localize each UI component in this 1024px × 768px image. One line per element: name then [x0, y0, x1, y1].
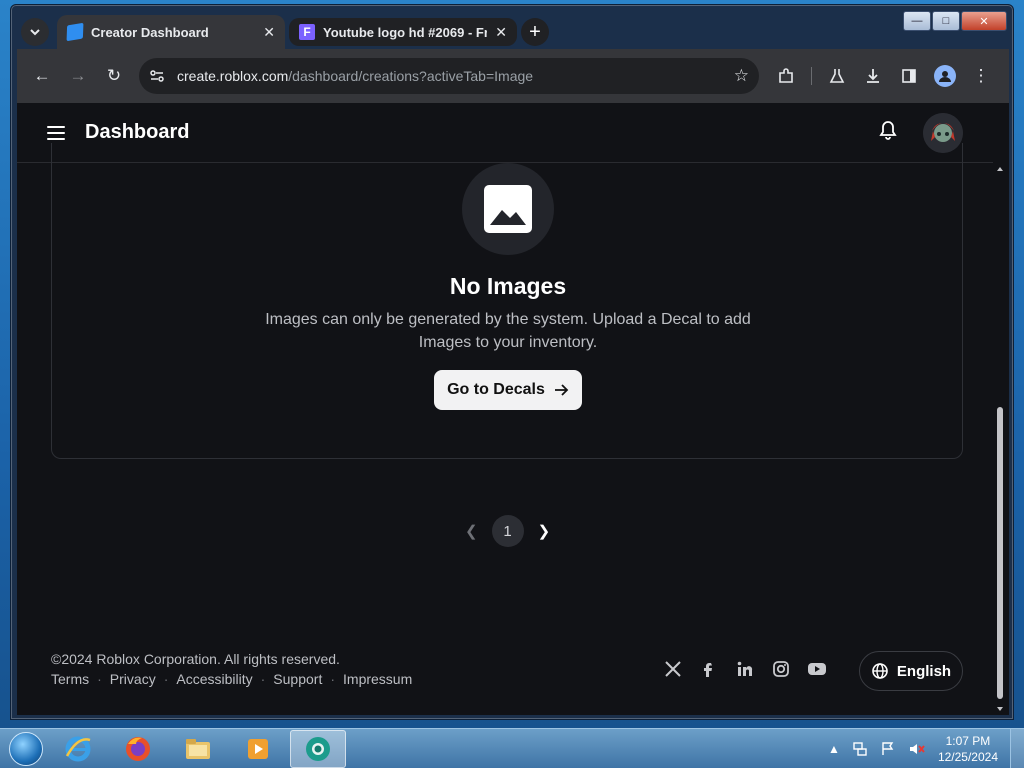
action-center-flag-icon[interactable]: [880, 741, 896, 757]
toolbar-divider: [811, 67, 812, 85]
previous-page-icon[interactable]: ❮: [465, 522, 478, 540]
separator-dot: ·: [330, 671, 336, 687]
start-button[interactable]: [6, 729, 46, 768]
globe-icon: [872, 663, 888, 679]
go-to-decals-label: Go to Decals: [447, 381, 545, 398]
labs-flask-icon[interactable]: [822, 61, 852, 91]
scroll-down-icon[interactable]: [997, 707, 1003, 711]
arrow-right-icon: [554, 384, 569, 396]
media-player-icon[interactable]: [230, 730, 286, 768]
footer-link-terms[interactable]: Terms: [51, 671, 89, 687]
network-icon[interactable]: [852, 741, 868, 757]
instagram-icon[interactable]: [771, 659, 791, 679]
social-links: [663, 659, 827, 679]
show-desktop-button[interactable]: [1010, 728, 1024, 768]
forward-button[interactable]: →: [63, 61, 93, 91]
language-selector[interactable]: English: [859, 651, 963, 691]
tab-search-button[interactable]: [21, 18, 49, 46]
clock-date: 12/25/2024: [937, 749, 998, 764]
address-bar[interactable]: create.roblox.com/dashboard/creations?ac…: [139, 58, 759, 94]
next-page-icon[interactable]: ❯: [538, 522, 551, 540]
browser-menu-icon[interactable]: ⋮: [966, 61, 996, 91]
close-tab-icon[interactable]: ✕: [495, 24, 507, 41]
hamburger-menu-icon[interactable]: [47, 125, 65, 140]
close-tab-icon[interactable]: ✕: [263, 24, 275, 41]
url-text: create.roblox.com/dashboard/creations?ac…: [177, 68, 534, 84]
browser-toolbar: ← → ↻ create.roblox.com/dashboard/creati…: [17, 49, 1009, 103]
empty-state-card: No Images Images can only be generated b…: [51, 143, 963, 459]
footer-link-support[interactable]: Support: [273, 671, 322, 687]
profile-button[interactable]: [930, 61, 960, 91]
volume-muted-icon[interactable]: [908, 741, 926, 757]
language-label: English: [896, 662, 952, 680]
page-viewport: Dashboard No Images Images can only be g…: [17, 103, 1009, 715]
separator-dot: ·: [260, 671, 266, 687]
minimize-button[interactable]: —: [903, 11, 931, 31]
maximize-button[interactable]: □: [932, 11, 960, 31]
back-button[interactable]: ←: [27, 61, 57, 91]
chevron-down-icon: [30, 29, 40, 36]
facebook-icon[interactable]: [699, 659, 719, 679]
close-window-button[interactable]: ✕: [961, 11, 1007, 31]
go-to-decals-button[interactable]: Go to Decals: [434, 370, 582, 410]
extensions-icon[interactable]: [771, 61, 801, 91]
footer-links: Terms · Privacy · Accessibility · Suppor…: [51, 671, 412, 687]
pagination: ❮ 1 ❯: [465, 515, 550, 547]
file-explorer-icon[interactable]: [170, 730, 226, 768]
notifications-bell-icon[interactable]: [879, 120, 897, 145]
linkedin-icon[interactable]: [735, 659, 755, 679]
footer-copyright: ©2024 Roblox Corporation. All rights res…: [51, 651, 340, 667]
profile-avatar-icon: [934, 65, 956, 87]
page-title: Dashboard: [85, 121, 190, 143]
f-icon: F: [299, 24, 315, 40]
scroll-up-icon[interactable]: [997, 167, 1003, 171]
window-controls: — □ ✕: [903, 11, 1007, 31]
side-panel-icon[interactable]: [894, 61, 924, 91]
youtube-icon[interactable]: [807, 659, 827, 679]
image-placeholder-icon: [462, 163, 554, 255]
footer-link-impressum[interactable]: Impressum: [343, 671, 412, 687]
clock[interactable]: 1:07 PM 12/25/2024: [938, 733, 998, 765]
tab-strip: Creator Dashboard ✕ F Youtube logo hd #2…: [17, 15, 903, 49]
tab-youtube-logo[interactable]: F Youtube logo hd #2069 - Free ✕: [289, 18, 517, 46]
tab-title: Youtube logo hd #2069 - Free: [323, 24, 488, 40]
download-icon[interactable]: [858, 61, 888, 91]
footer-link-accessibility[interactable]: Accessibility: [176, 671, 252, 687]
page-number-current[interactable]: 1: [491, 515, 524, 547]
windows-logo-icon: [9, 731, 43, 766]
page-scrollbar[interactable]: [993, 163, 1009, 715]
chrome-taskbar-icon[interactable]: [290, 729, 346, 768]
empty-state-description: Images can only be generated by the syst…: [265, 311, 751, 351]
windows-taskbar: ▲ 1:07 PM 12/25/2024: [0, 728, 1024, 768]
scrollbar-thumb[interactable]: [997, 407, 1003, 699]
separator-dot: ·: [163, 671, 169, 687]
separator-dot: ·: [97, 671, 102, 687]
system-tray: ▲ 1:07 PM 12/25/2024: [828, 733, 1010, 765]
firefox-icon[interactable]: [110, 730, 166, 768]
browser-window: — □ ✕ Creator Dashboard ✕ F Youtube logo…: [10, 4, 1014, 720]
roblox-icon: [66, 22, 84, 42]
tab-title: Creator Dashboard: [91, 24, 209, 40]
internet-explorer-icon[interactable]: [50, 730, 106, 768]
reload-button[interactable]: ↻: [99, 61, 129, 91]
empty-state-title: No Images: [449, 273, 567, 299]
x-twitter-icon[interactable]: [663, 659, 683, 679]
tab-creator-dashboard[interactable]: Creator Dashboard ✕: [57, 15, 285, 49]
bookmark-star-icon[interactable]: ☆: [734, 66, 749, 86]
clock-time: 1:07 PM: [945, 733, 991, 748]
tray-expand-icon[interactable]: ▲: [828, 742, 840, 756]
footer-link-privacy[interactable]: Privacy: [110, 671, 156, 687]
site-settings-icon[interactable]: [149, 68, 165, 84]
new-tab-button[interactable]: +: [521, 18, 549, 46]
